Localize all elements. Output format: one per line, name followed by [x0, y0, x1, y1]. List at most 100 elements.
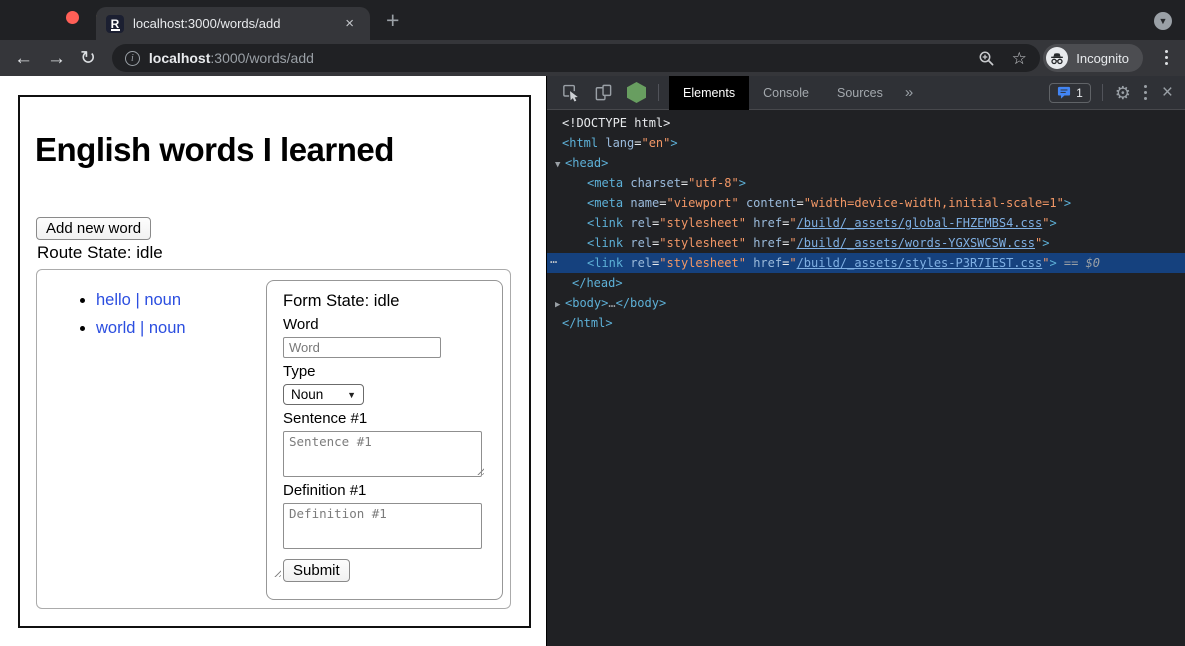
- sentence-textarea[interactable]: [283, 431, 482, 477]
- site-info-icon[interactable]: i: [125, 51, 140, 66]
- selected-line-ellipsis-icon: …: [550, 249, 558, 269]
- incognito-badge: Incognito: [1043, 44, 1143, 72]
- inspect-element-icon[interactable]: [561, 83, 580, 102]
- code-token-tag: >: [1064, 196, 1071, 210]
- content-area: English words I learned Add new word Rou…: [0, 76, 1185, 646]
- remix-favicon-icon: R: [106, 15, 124, 33]
- code-token-attr: rel: [623, 236, 652, 250]
- new-tab-button[interactable]: +: [386, 8, 399, 32]
- word-link[interactable]: world | noun: [96, 319, 186, 337]
- vue-devtools-icon[interactable]: [627, 82, 646, 103]
- code-token-value: ": [789, 256, 796, 270]
- page-container: English words I learned Add new word Rou…: [18, 95, 531, 628]
- incognito-icon: [1046, 47, 1068, 69]
- route-state-text: Route State: idle: [37, 243, 163, 263]
- back-button[interactable]: ←: [14, 49, 33, 68]
- devtools-tab-elements[interactable]: Elements: [669, 76, 749, 110]
- code-token-tag: </body>: [616, 296, 667, 310]
- address-bar[interactable]: i localhost:3000/words/add ☆: [112, 44, 1040, 72]
- chevron-down-icon[interactable]: ▼: [1154, 12, 1172, 30]
- add-word-form: Form State: idle Word Type Noun ▼ Senten…: [266, 280, 503, 600]
- add-new-word-button[interactable]: Add new word: [36, 217, 151, 240]
- reload-button[interactable]: ↻: [80, 49, 96, 68]
- devtools-toolbar: ElementsConsoleSources » 1 ⚙ ×: [547, 76, 1185, 110]
- url-path: :3000/words/add: [210, 50, 314, 66]
- word-input[interactable]: [283, 337, 441, 358]
- code-token-attr: name: [623, 196, 659, 210]
- submit-button[interactable]: Submit: [283, 559, 350, 582]
- word-link[interactable]: hello | noun: [96, 291, 181, 309]
- select-caret-icon: ▼: [347, 390, 356, 400]
- code-token-tag: <link: [587, 256, 623, 270]
- code-token-value: "stylesheet": [659, 216, 746, 230]
- code-token-value: "width=device-width,initial-scale=1": [804, 196, 1064, 210]
- devtools-close-icon[interactable]: ×: [1162, 83, 1173, 102]
- forward-button[interactable]: →: [47, 49, 66, 68]
- browser-menu-icon[interactable]: [1165, 50, 1168, 65]
- code-token-link: /build/_assets/global-FHZEMBS4.css: [797, 216, 1043, 230]
- issues-count: 1: [1076, 86, 1083, 100]
- more-tabs-icon[interactable]: »: [905, 84, 913, 101]
- close-window-button[interactable]: [66, 11, 79, 24]
- code-token-attr: href: [746, 216, 782, 230]
- toolbar-divider: [658, 84, 659, 101]
- tab-close-icon[interactable]: ×: [345, 16, 354, 31]
- omnibox-actions: ☆: [978, 50, 1027, 67]
- bookmark-star-icon[interactable]: ☆: [1012, 50, 1027, 67]
- tree-toggle-icon[interactable]: ▼: [555, 155, 565, 175]
- browser-tab[interactable]: R localhost:3000/words/add ×: [96, 7, 370, 40]
- code-token-tag: <link: [587, 216, 623, 230]
- code-token-attr: href: [746, 236, 782, 250]
- devtools-code-line[interactable]: </html>: [547, 313, 1185, 333]
- code-token-plain: <!DOCTYPE html>: [562, 116, 670, 130]
- devtools-panel: ElementsConsoleSources » 1 ⚙ ×: [546, 76, 1185, 646]
- devtools-code-line[interactable]: </head>: [547, 273, 1185, 293]
- elements-tree: <!DOCTYPE html><html lang="en">▼<head><m…: [547, 110, 1185, 333]
- toolbar-divider: [1102, 84, 1103, 101]
- code-token-tag: <meta: [587, 176, 623, 190]
- code-token-value: "utf-8": [688, 176, 739, 190]
- devtools-menu-icon[interactable]: [1144, 85, 1147, 100]
- definition-label: Definition #1: [283, 482, 486, 499]
- code-token-tag: <meta: [587, 196, 623, 210]
- devtools-code-line[interactable]: <link rel="stylesheet" href="/build/_ass…: [547, 213, 1185, 233]
- resize-grip-icon[interactable]: [272, 568, 281, 577]
- code-token-tag: >: [739, 176, 746, 190]
- type-select-value: Noun: [291, 387, 323, 402]
- devtools-code-line[interactable]: ▼<head>: [547, 153, 1185, 173]
- code-token-tag: <head>: [565, 156, 608, 170]
- incognito-label: Incognito: [1076, 51, 1129, 66]
- devtools-code-line[interactable]: <link rel="stylesheet" href="/build/_ass…: [547, 233, 1185, 253]
- code-token-link: /build/_assets/words-YGXSWCSW.css: [797, 236, 1035, 250]
- code-token-value: ": [789, 236, 796, 250]
- zoom-icon[interactable]: [978, 50, 995, 67]
- type-label: Type: [283, 363, 486, 380]
- page-title: English words I learned: [35, 131, 394, 169]
- devtools-code-line[interactable]: <html lang="en">: [547, 133, 1185, 153]
- code-token-tag: >: [670, 136, 677, 150]
- url-text: localhost:3000/words/add: [149, 50, 314, 66]
- devtools-toolbar-right: 1 ⚙ ×: [1049, 83, 1185, 103]
- issues-button[interactable]: 1: [1049, 83, 1091, 103]
- url-host: localhost: [149, 50, 210, 66]
- tree-toggle-icon[interactable]: ▶: [555, 295, 565, 315]
- tab-strip: R localhost:3000/words/add × + ▼: [0, 0, 1185, 40]
- devtools-code-line[interactable]: <!DOCTYPE html>: [547, 113, 1185, 133]
- devtools-code-line-selected[interactable]: …<link rel="stylesheet" href="/build/_as…: [547, 253, 1185, 273]
- code-token-value: "stylesheet": [659, 256, 746, 270]
- code-token-value: "en": [641, 136, 670, 150]
- browser-toolbar: ← → ↻ i localhost:3000/words/add ☆: [0, 40, 1185, 76]
- settings-gear-icon[interactable]: ⚙: [1115, 84, 1131, 102]
- form-state-text: Form State: idle: [283, 292, 486, 311]
- definition-textarea[interactable]: [283, 503, 482, 549]
- devtools-code-line[interactable]: <meta charset="utf-8">: [547, 173, 1185, 193]
- devtools-tab-console[interactable]: Console: [749, 76, 823, 110]
- type-select[interactable]: Noun ▼: [283, 384, 364, 405]
- devtools-code-line[interactable]: <meta name="viewport" content="width=dev…: [547, 193, 1185, 213]
- words-panel: hello | noun world | noun Form State: idl…: [36, 269, 511, 609]
- device-toolbar-icon[interactable]: [594, 83, 613, 102]
- code-token-value: ": [789, 216, 796, 230]
- devtools-tab-sources[interactable]: Sources: [823, 76, 897, 110]
- devtools-code-line[interactable]: ▶<body>…</body>: [547, 293, 1185, 313]
- code-token-tag: <body>: [565, 296, 608, 310]
